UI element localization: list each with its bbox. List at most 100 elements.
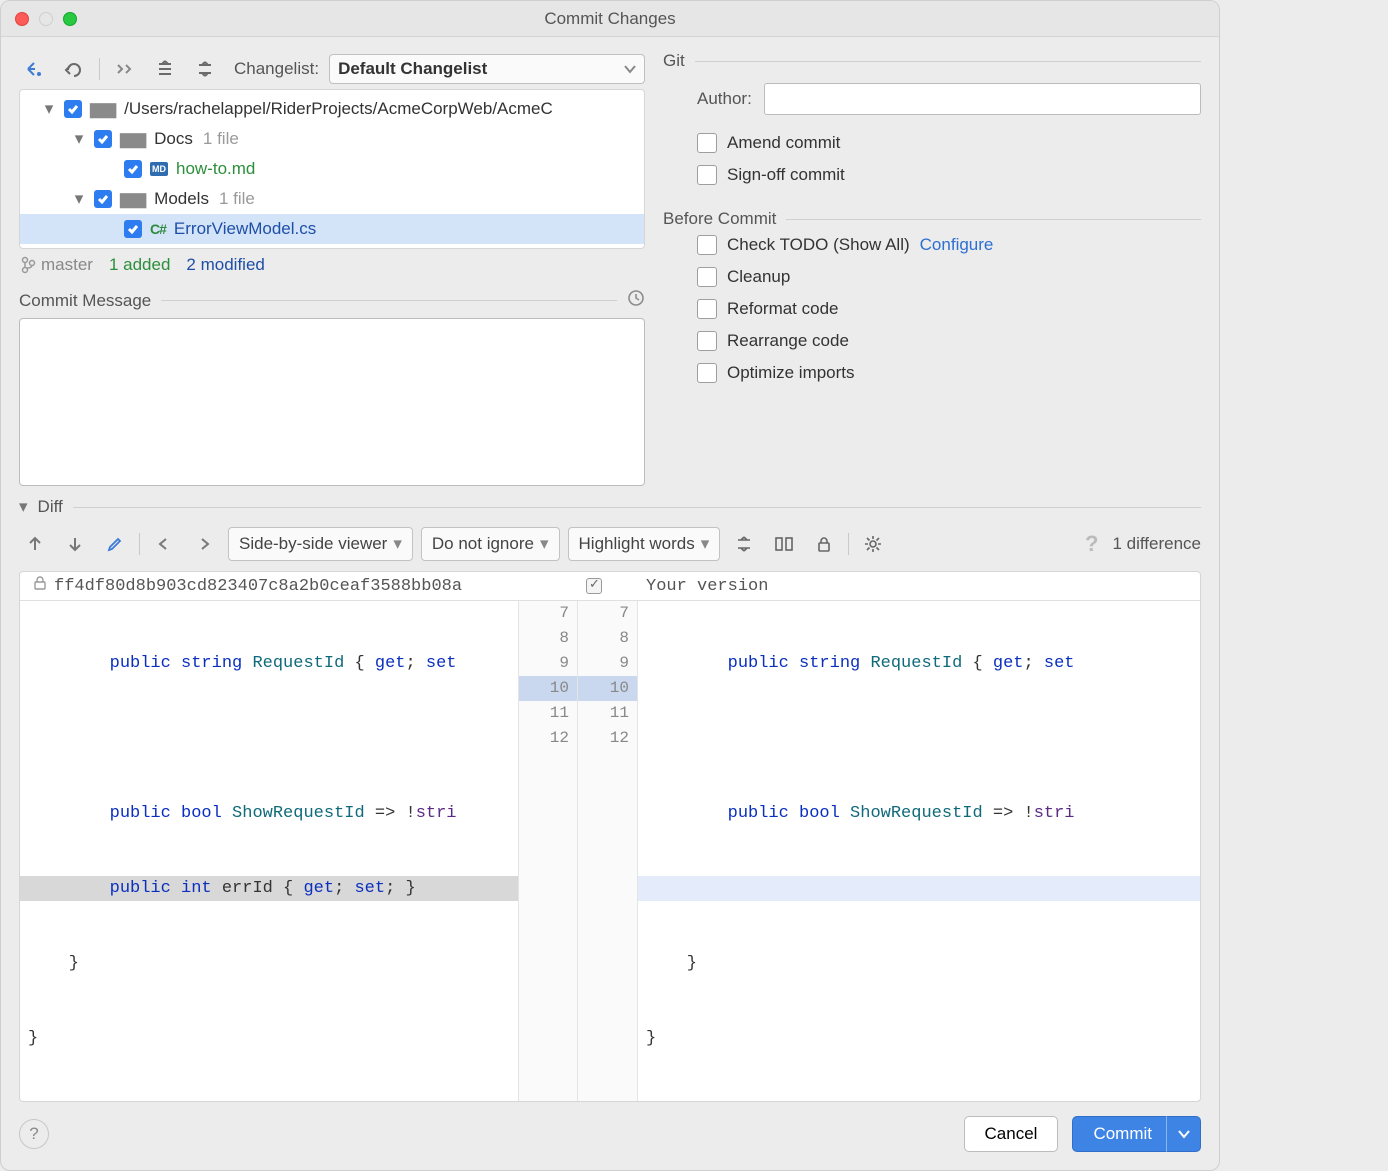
changes-toolbar: Changelist: Default Changelist xyxy=(19,49,645,89)
diff-left-pane[interactable]: public string RequestId { get; set publi… xyxy=(20,601,518,1101)
collapse-unchanged-icon[interactable] xyxy=(728,528,760,560)
reformat-code-option[interactable]: Reformat code xyxy=(697,299,1201,319)
tree-root[interactable]: ▾ ▆▆ /Users/rachelappel/RiderProjects/Ac… xyxy=(20,94,644,124)
nav-back-icon[interactable] xyxy=(148,528,180,560)
option-label: Reformat code xyxy=(727,299,839,319)
branch-name: master xyxy=(41,255,93,275)
checkbox[interactable] xyxy=(697,235,717,255)
next-diff-icon[interactable] xyxy=(59,528,91,560)
dropdown-value: Do not ignore xyxy=(432,534,534,554)
commit-button[interactable]: Commit xyxy=(1072,1116,1201,1152)
markdown-file-icon: MD xyxy=(150,162,168,176)
commit-dialog: Commit Changes xyxy=(0,0,1220,1171)
stat-added: 1 added xyxy=(109,255,170,275)
checkbox[interactable] xyxy=(64,100,82,118)
changelist-dropdown[interactable]: Default Changelist xyxy=(329,54,645,84)
commit-split-dropdown[interactable] xyxy=(1166,1116,1200,1152)
changelist-label: Changelist: xyxy=(234,59,319,79)
amend-commit-option[interactable]: Amend commit xyxy=(697,133,1201,153)
checkbox[interactable] xyxy=(697,331,717,351)
rule xyxy=(695,61,1201,62)
help-button[interactable]: ? xyxy=(19,1119,49,1149)
check-todo-option[interactable]: Check TODO (Show All) Configure xyxy=(697,235,1201,255)
changes-tree: ▾ ▆▆ /Users/rachelappel/RiderProjects/Ac… xyxy=(19,89,645,249)
git-options: Amend commit Sign-off commit xyxy=(697,133,1201,185)
option-label: Amend commit xyxy=(727,133,840,153)
author-input[interactable] xyxy=(764,83,1201,115)
signoff-commit-option[interactable]: Sign-off commit xyxy=(697,165,1201,185)
folder-icon: ▆▆ xyxy=(120,129,146,149)
checkbox[interactable] xyxy=(94,130,112,148)
tree-folder-models[interactable]: ▾ ▆▆ Models 1 file xyxy=(20,184,644,214)
diff-section-header: ▾ Diff xyxy=(19,497,1201,517)
lock-icon[interactable] xyxy=(808,528,840,560)
checkbox[interactable] xyxy=(697,133,717,153)
cleanup-option[interactable]: Cleanup xyxy=(697,267,1201,287)
expand-toggle-icon[interactable]: ▾ xyxy=(72,129,86,149)
checkbox[interactable] xyxy=(94,190,112,208)
rearrange-code-option[interactable]: Rearrange code xyxy=(697,331,1201,351)
expand-toggle-icon[interactable]: ▾ xyxy=(42,99,56,119)
history-icon[interactable] xyxy=(627,289,645,312)
diff-count: 1 difference xyxy=(1112,534,1201,554)
file-count: 1 file xyxy=(219,189,255,209)
help-icon[interactable]: ? xyxy=(1079,531,1104,557)
option-label: Rearrange code xyxy=(727,331,849,351)
chevron-down-icon: ▾ xyxy=(393,534,402,554)
collapse-all-icon[interactable] xyxy=(190,54,220,84)
tree-file-howto[interactable]: MD how-to.md xyxy=(20,154,644,184)
prev-diff-icon[interactable] xyxy=(19,528,51,560)
rule xyxy=(786,219,1201,220)
configure-link[interactable]: Configure xyxy=(920,235,994,255)
window-title: Commit Changes xyxy=(1,9,1219,29)
checkbox[interactable] xyxy=(697,299,717,319)
commit-message-input[interactable] xyxy=(19,318,645,486)
author-label: Author: xyxy=(697,89,752,109)
highlight-mode-dropdown[interactable]: Highlight words ▾ xyxy=(568,527,721,561)
diff-right-title: Your version xyxy=(638,573,1200,600)
dropdown-value: Side-by-side viewer xyxy=(239,534,387,554)
option-label: Sign-off commit xyxy=(727,165,845,185)
diff-left-gutter: 7 8 9 10 11 12 xyxy=(518,601,578,1101)
include-in-commit-checkbox[interactable] xyxy=(586,578,602,594)
optimize-imports-option[interactable]: Optimize imports xyxy=(697,363,1201,383)
separator xyxy=(848,533,849,555)
branch-indicator[interactable]: master xyxy=(21,255,93,275)
chevron-down-icon: ▾ xyxy=(701,534,710,554)
ignore-mode-dropdown[interactable]: Do not ignore ▾ xyxy=(421,527,560,561)
undo-icon[interactable] xyxy=(59,54,89,84)
viewer-mode-dropdown[interactable]: Side-by-side viewer ▾ xyxy=(228,527,413,561)
branch-icon xyxy=(21,256,35,274)
dropdown-value: Highlight words xyxy=(579,534,695,554)
file-name: how-to.md xyxy=(176,159,255,179)
git-section-header: Git xyxy=(663,51,1201,71)
rollback-icon[interactable] xyxy=(19,54,49,84)
commit-button-label: Commit xyxy=(1093,1124,1152,1144)
separator xyxy=(139,533,140,555)
checkbox[interactable] xyxy=(124,160,142,178)
expand-all-icon[interactable] xyxy=(150,54,180,84)
checkbox[interactable] xyxy=(124,220,142,238)
settings-icon[interactable] xyxy=(857,528,889,560)
changelist-value: Default Changelist xyxy=(338,59,487,79)
more-icon[interactable] xyxy=(110,54,140,84)
diff-right-pane[interactable]: public string RequestId { get; set publi… xyxy=(638,601,1200,1101)
diff-toolbar: Side-by-side viewer ▾ Do not ignore ▾ Hi… xyxy=(19,517,1201,571)
section-label: Before Commit xyxy=(663,209,776,229)
checkbox[interactable] xyxy=(697,165,717,185)
nav-forward-icon[interactable] xyxy=(188,528,220,560)
rule xyxy=(73,507,1201,508)
edit-icon[interactable] xyxy=(99,528,131,560)
sync-scroll-icon[interactable] xyxy=(768,528,800,560)
tree-file-errorviewmodel[interactable]: C# ErrorViewModel.cs xyxy=(20,214,644,244)
checkbox[interactable] xyxy=(697,267,717,287)
section-label: Git xyxy=(663,51,685,71)
cancel-button[interactable]: Cancel xyxy=(964,1116,1059,1152)
tree-folder-docs[interactable]: ▾ ▆▆ Docs 1 file xyxy=(20,124,644,154)
option-label: Optimize imports xyxy=(727,363,855,383)
rule xyxy=(161,300,617,301)
titlebar: Commit Changes xyxy=(1,1,1219,37)
expand-toggle-icon[interactable]: ▾ xyxy=(19,497,28,517)
expand-toggle-icon[interactable]: ▾ xyxy=(72,189,86,209)
checkbox[interactable] xyxy=(697,363,717,383)
